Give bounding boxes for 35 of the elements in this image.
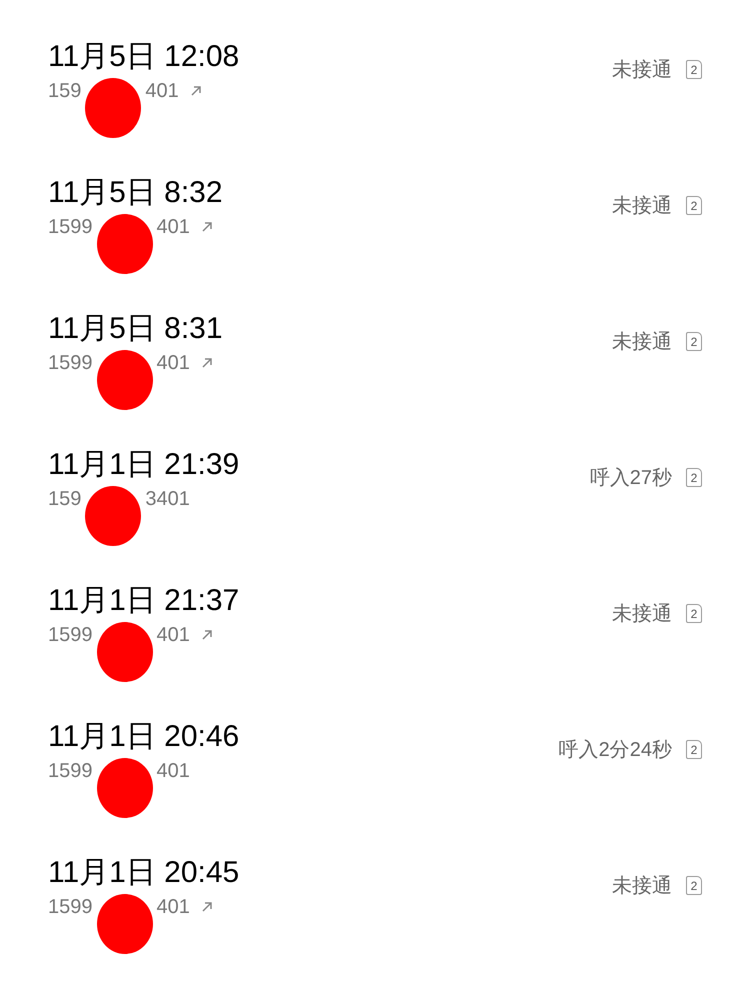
sim-card-icon: 2	[686, 468, 702, 487]
call-status: 未接通	[612, 874, 672, 899]
call-status: 未接通	[612, 602, 672, 627]
sim-card-icon: 2	[686, 740, 702, 759]
sim-card-icon: 2	[686, 604, 702, 623]
phone-number: 401	[156, 215, 190, 240]
phone-number: 401	[156, 351, 190, 376]
sim-card-icon: 2	[686, 876, 702, 895]
sim-card-icon: 2	[686, 196, 702, 215]
call-time: 11月1日 20:46	[48, 719, 240, 755]
phone-number: 401	[145, 79, 179, 104]
phone-number: 1599	[48, 215, 92, 240]
phone-number: 1599	[48, 759, 92, 784]
phone-number: 159	[48, 79, 82, 104]
call-status: 未接通	[612, 58, 672, 83]
call-time: 11月5日 12:08	[48, 39, 240, 75]
sim-card-icon: 2	[686, 332, 702, 351]
phone-number: 159	[48, 487, 82, 512]
call-status: 未接通	[612, 194, 672, 219]
phone-number: 401	[156, 623, 190, 648]
call-status: 呼入27秒	[590, 466, 672, 491]
phone-number: 1599	[48, 895, 92, 920]
phone-number: 401	[156, 759, 190, 784]
phone-number: 1599	[48, 623, 92, 648]
call-time: 11月1日 20:45	[48, 855, 240, 891]
call-status: 未接通	[612, 330, 672, 355]
call-time: 11月5日 8:32	[48, 175, 223, 211]
sim-card-icon: 2	[686, 60, 702, 79]
call-time: 11月1日 21:39	[48, 447, 240, 483]
call-status: 呼入2分24秒	[558, 738, 672, 763]
call-time: 11月5日 8:31	[48, 311, 223, 347]
call-time: 11月1日 21:37	[48, 583, 240, 619]
phone-number: 401	[156, 895, 190, 920]
phone-number: 3401	[145, 487, 190, 512]
phone-number: 1599	[48, 351, 92, 376]
